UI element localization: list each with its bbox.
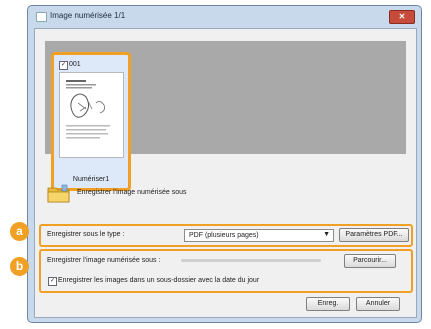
subfolder-checkbox-label[interactable]: Enregistrer les images dans un sous-doss… bbox=[58, 277, 259, 284]
scanned-image-dialog: Image numérisée 1/1 ✕ ✓ 001 Numériser1 E… bbox=[27, 5, 422, 323]
chevron-down-icon: ▼ bbox=[323, 231, 330, 238]
title-bar: Image numérisée 1/1 ✕ bbox=[28, 6, 421, 26]
dialog-content: ✓ 001 Numériser1 Enregistrer l'image num… bbox=[34, 28, 417, 318]
subfolder-checkbox[interactable]: ✓ bbox=[48, 277, 57, 286]
app-icon bbox=[36, 12, 47, 22]
callout-badge-b: b bbox=[10, 257, 29, 276]
cancel-button[interactable]: Annuler bbox=[356, 297, 400, 311]
browse-button[interactable]: Parcourir... bbox=[344, 254, 396, 268]
save-type-label: Enregistrer sous le type : bbox=[47, 231, 125, 238]
file-type-value: PDF (plusieurs pages) bbox=[189, 232, 259, 239]
save-location-label: Enregistrer l'image numérisée sous : bbox=[47, 257, 161, 264]
page-thumbnail[interactable]: ✓ 001 Numériser1 bbox=[51, 52, 131, 191]
save-button[interactable]: Enreg. bbox=[306, 297, 350, 311]
close-button[interactable]: ✕ bbox=[389, 10, 415, 24]
folder-icon bbox=[47, 184, 70, 203]
thumbnail-number: 001 bbox=[69, 61, 81, 68]
save-section-heading: Enregistrer l'image numérisée sous bbox=[77, 189, 187, 196]
thumbnail-page-image bbox=[59, 72, 124, 158]
thumbnail-label: Numériser1 bbox=[72, 176, 110, 183]
window-title: Image numérisée 1/1 bbox=[50, 11, 126, 20]
preview-area: ✓ 001 Numériser1 bbox=[45, 41, 406, 191]
pdf-settings-button[interactable]: Paramètres PDF... bbox=[339, 228, 409, 242]
file-type-select[interactable]: PDF (plusieurs pages) ▼ bbox=[184, 229, 334, 242]
save-path-value bbox=[181, 259, 321, 262]
callout-badge-a: a bbox=[10, 222, 29, 241]
save-type-group: Enregistrer sous le type : PDF (plusieur… bbox=[39, 224, 413, 247]
save-location-group: Enregistrer l'image numérisée sous : Par… bbox=[39, 249, 413, 293]
thumbnail-checkbox[interactable]: ✓ bbox=[59, 61, 68, 70]
